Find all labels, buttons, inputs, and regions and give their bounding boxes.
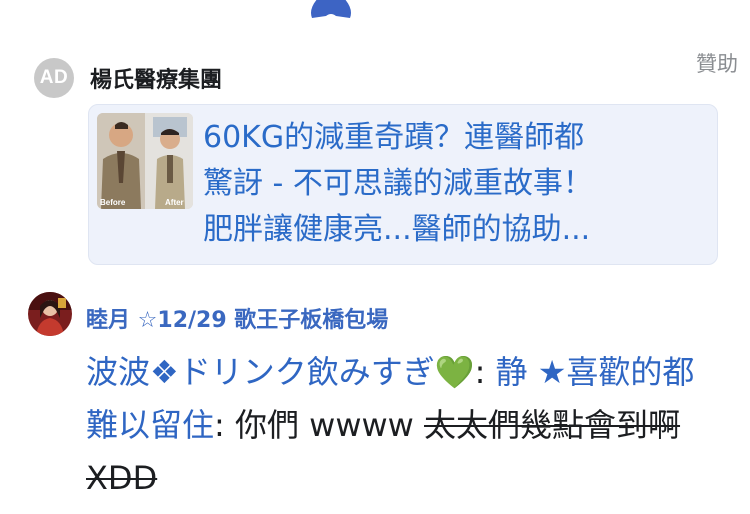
diamond-icon: ❖ bbox=[150, 353, 179, 391]
green-heart-icon: 💚 bbox=[434, 353, 475, 391]
ad-headline-line: 驚訝 - 不可思議的減重故事！ bbox=[203, 166, 593, 201]
star-icon: ★ bbox=[537, 353, 567, 391]
before-label: Before bbox=[100, 198, 126, 207]
ad-headline-line: 肥胖讓健康亮...醫師的協助... bbox=[203, 212, 591, 247]
ad-thumbnail[interactable]: Before After bbox=[97, 113, 193, 209]
commenter-avatar[interactable] bbox=[28, 292, 72, 336]
sponsored-label: 贊助 bbox=[696, 52, 738, 76]
separator-text: : bbox=[474, 353, 496, 391]
avatar-image bbox=[28, 292, 72, 336]
ad-headline-line: 60KG的減重奇蹟？連醫師都 bbox=[203, 120, 585, 155]
mention-link[interactable]: 静 bbox=[496, 353, 528, 391]
ad-link-card[interactable]: Before After 60KG的減重奇蹟？連醫師都 驚訝 - 不可思議的減重… bbox=[88, 104, 718, 265]
comment-plain-text: : 你們 wwww bbox=[214, 406, 425, 444]
before-after-image: Before After bbox=[97, 113, 193, 209]
partial-avatar-icon bbox=[311, 0, 351, 18]
ad-headline[interactable]: 60KG的減重奇蹟？連醫師都 驚訝 - 不可思議的減重故事！ 肥胖讓健康亮...… bbox=[203, 115, 703, 253]
mention-link[interactable]: 波波 bbox=[86, 353, 150, 391]
commenter-name[interactable]: 睦月 ☆12/29 歌王子板橋包場 bbox=[86, 302, 388, 334]
after-label: After bbox=[165, 198, 184, 207]
feed-page: 贊助 AD 楊氏醫療集團 Before After 60KG的減重奇蹟？連醫師都… bbox=[0, 0, 750, 514]
comment-text: 波波❖ドリンク飲みすぎ💚: 静 ★喜歡的都難以留住: 你們 wwww 太太們幾點… bbox=[86, 346, 726, 505]
ad-avatar[interactable]: AD bbox=[34, 58, 74, 98]
advertiser-name[interactable]: 楊氏醫療集團 bbox=[90, 62, 222, 94]
mention-link[interactable]: ドリンク飲みすぎ bbox=[179, 353, 435, 391]
